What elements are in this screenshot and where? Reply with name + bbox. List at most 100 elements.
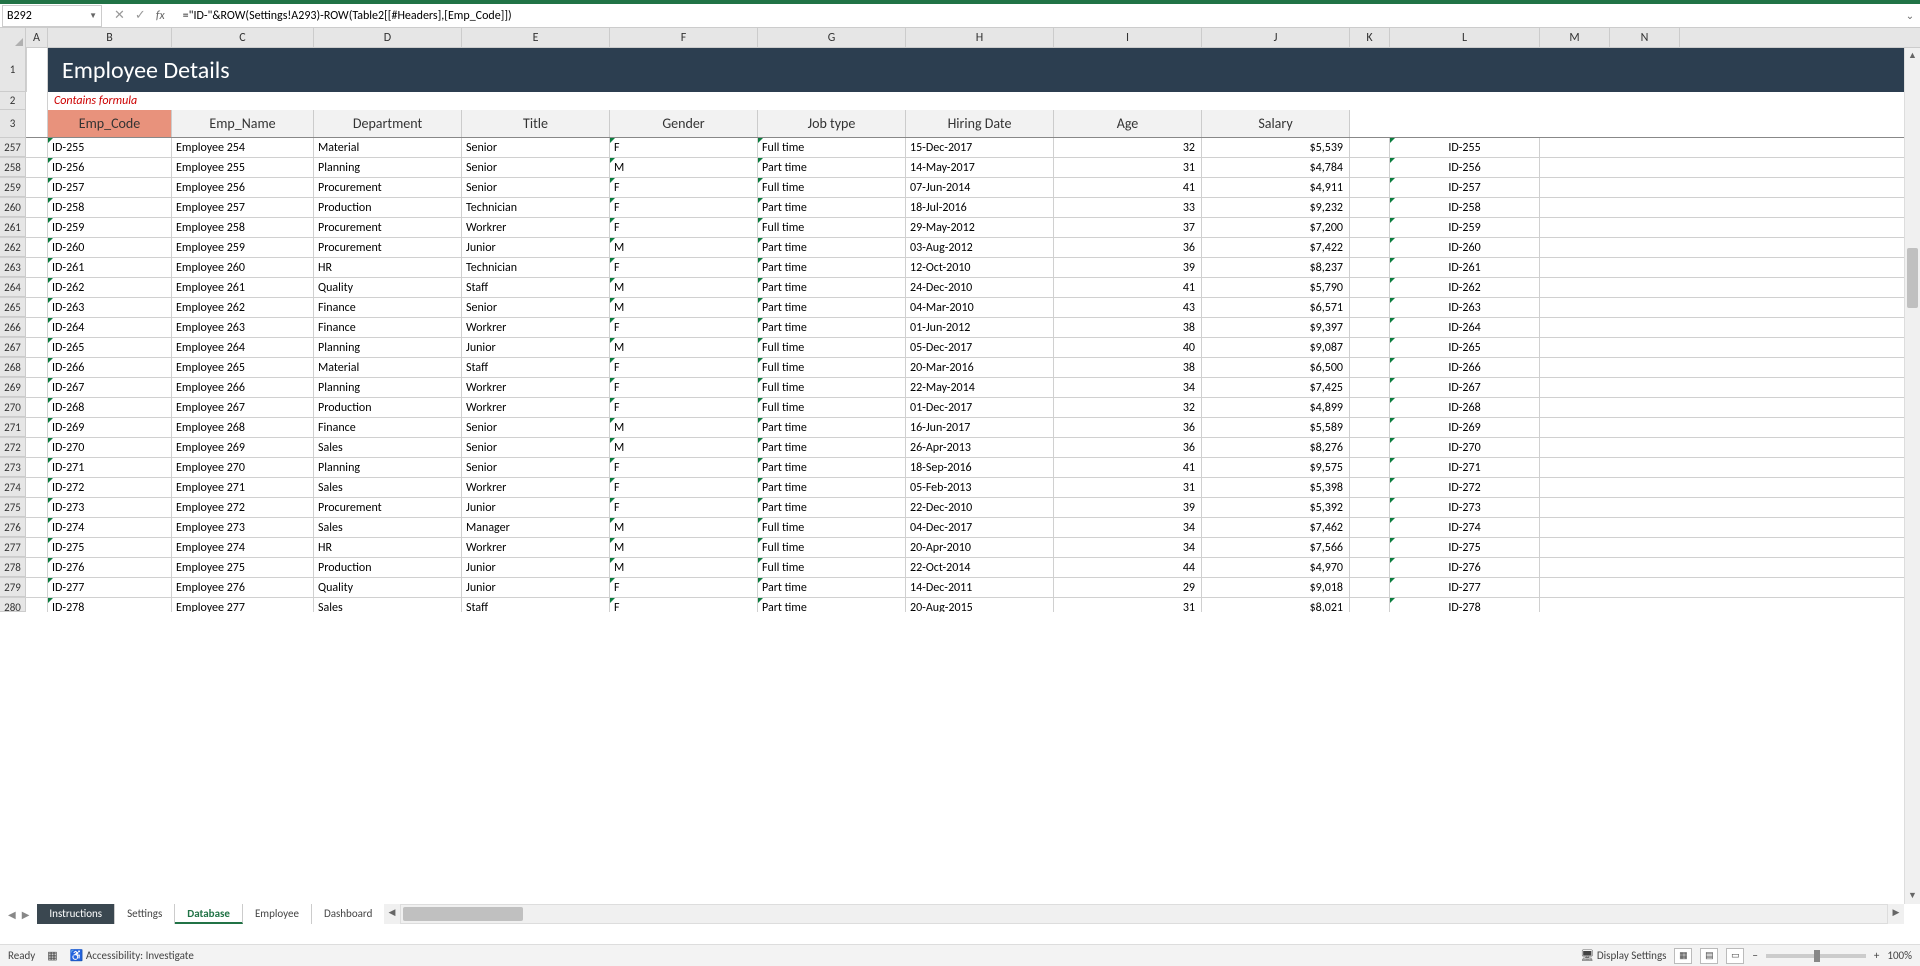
scroll-track[interactable]	[400, 904, 1888, 924]
cell-department[interactable]: Planning	[314, 458, 462, 477]
cell[interactable]	[1350, 578, 1390, 597]
column-header-age[interactable]: Age	[1054, 110, 1202, 137]
column-letter-N[interactable]: N	[1610, 28, 1680, 47]
cell[interactable]	[26, 258, 48, 277]
cell[interactable]	[26, 598, 48, 612]
cell-salary[interactable]: $6,500	[1202, 358, 1350, 377]
cell-salary[interactable]: $8,276	[1202, 438, 1350, 457]
cell-title[interactable]: Junior	[462, 558, 610, 577]
cell-emp-name[interactable]: Employee 264	[172, 338, 314, 357]
cell-emp-name[interactable]: Employee 267	[172, 398, 314, 417]
cell-gender[interactable]: M	[610, 558, 758, 577]
vertical-scrollbar[interactable]: ▲ ▼	[1904, 48, 1920, 904]
scroll-down-icon[interactable]: ▼	[1905, 888, 1920, 904]
cell-age[interactable]: 33	[1054, 198, 1202, 217]
cell-department[interactable]: Quality	[314, 278, 462, 297]
column-header-title[interactable]: Title	[462, 110, 610, 137]
cell-extra-id[interactable]: ID-263	[1390, 298, 1540, 317]
column-letter-G[interactable]: G	[758, 28, 906, 47]
zoom-in-button[interactable]: +	[1874, 949, 1879, 962]
cell-extra-id[interactable]: ID-265	[1390, 338, 1540, 357]
column-letter-D[interactable]: D	[314, 28, 462, 47]
cell-extra-id[interactable]: ID-272	[1390, 478, 1540, 497]
cell[interactable]	[26, 378, 48, 397]
cell-age[interactable]: 31	[1054, 158, 1202, 177]
cell-title[interactable]: Junior	[462, 578, 610, 597]
cell-salary[interactable]: $9,575	[1202, 458, 1350, 477]
cell-salary[interactable]: $5,589	[1202, 418, 1350, 437]
cell-department[interactable]: Procurement	[314, 178, 462, 197]
cell-hiring-date[interactable]: 12-Oct-2010	[906, 258, 1054, 277]
cell-title[interactable]: Workrer	[462, 478, 610, 497]
cell-gender[interactable]: F	[610, 378, 758, 397]
cell-title[interactable]: Staff	[462, 278, 610, 297]
cell-gender[interactable]: M	[610, 438, 758, 457]
cell-emp-code[interactable]: ID-272	[48, 478, 172, 497]
row-header[interactable]: 277	[0, 538, 26, 557]
cell[interactable]	[1350, 218, 1390, 237]
row-header[interactable]: 280	[0, 598, 26, 612]
cell-emp-name[interactable]: Employee 265	[172, 358, 314, 377]
normal-view-button[interactable]: ▦	[1674, 948, 1692, 964]
grid-body[interactable]: 1 Employee Details 2 Contains formula 3 …	[0, 48, 1904, 904]
cell-title[interactable]: Senior	[462, 438, 610, 457]
cell-title[interactable]: Staff	[462, 598, 610, 612]
cell-extra-id[interactable]: ID-271	[1390, 458, 1540, 477]
cell-emp-code[interactable]: ID-270	[48, 438, 172, 457]
macro-icon[interactable]: ▦	[47, 949, 57, 962]
cell-hiring-date[interactable]: 01-Jun-2012	[906, 318, 1054, 337]
cell-emp-name[interactable]: Employee 256	[172, 178, 314, 197]
cell-department[interactable]: Planning	[314, 338, 462, 357]
cell[interactable]	[26, 92, 48, 110]
cell-title[interactable]: Workrer	[462, 378, 610, 397]
cell[interactable]	[26, 158, 48, 177]
cell-extra-id[interactable]: ID-277	[1390, 578, 1540, 597]
cell-age[interactable]: 36	[1054, 438, 1202, 457]
cell-gender[interactable]: F	[610, 258, 758, 277]
cell-emp-code[interactable]: ID-260	[48, 238, 172, 257]
cell-title[interactable]: Workrer	[462, 538, 610, 557]
column-letter-H[interactable]: H	[906, 28, 1054, 47]
cell-salary[interactable]: $8,237	[1202, 258, 1350, 277]
cell-hiring-date[interactable]: 01-Dec-2017	[906, 398, 1054, 417]
cell[interactable]	[26, 398, 48, 417]
cell-salary[interactable]: $7,422	[1202, 238, 1350, 257]
cell-title[interactable]: Workrer	[462, 218, 610, 237]
cell[interactable]	[26, 358, 48, 377]
cell-salary[interactable]: $9,018	[1202, 578, 1350, 597]
page-title[interactable]: Employee Details	[48, 48, 1904, 92]
cell-gender[interactable]: M	[610, 158, 758, 177]
cell-job-type[interactable]: Full time	[758, 178, 906, 197]
cell-job-type[interactable]: Part time	[758, 278, 906, 297]
cell-emp-code[interactable]: ID-273	[48, 498, 172, 517]
column-letter-M[interactable]: M	[1540, 28, 1610, 47]
cell[interactable]	[26, 178, 48, 197]
row-header[interactable]: 3	[0, 110, 26, 138]
cell-emp-name[interactable]: Employee 268	[172, 418, 314, 437]
row-header[interactable]: 258	[0, 158, 26, 177]
accept-icon[interactable]: ✓	[135, 8, 146, 23]
cell-emp-name[interactable]: Employee 260	[172, 258, 314, 277]
cell-emp-code[interactable]: ID-274	[48, 518, 172, 537]
cell-gender[interactable]: F	[610, 198, 758, 217]
cell-hiring-date[interactable]: 04-Dec-2017	[906, 518, 1054, 537]
cell-department[interactable]: HR	[314, 538, 462, 557]
cell-title[interactable]: Junior	[462, 498, 610, 517]
row-header[interactable]: 265	[0, 298, 26, 317]
cell-emp-name[interactable]: Employee 261	[172, 278, 314, 297]
cell-age[interactable]: 40	[1054, 338, 1202, 357]
cell-title[interactable]: Workrer	[462, 318, 610, 337]
cell-emp-code[interactable]: ID-275	[48, 538, 172, 557]
cell-age[interactable]: 41	[1054, 278, 1202, 297]
cell-title[interactable]: Workrer	[462, 398, 610, 417]
row-header[interactable]: 261	[0, 218, 26, 237]
cell-hiring-date[interactable]: 22-Dec-2010	[906, 498, 1054, 517]
formula-input[interactable]: ="ID-"&ROW(Settings!A293)-ROW(Table2[[#H…	[177, 5, 1900, 27]
cell-gender[interactable]: F	[610, 598, 758, 612]
cell-job-type[interactable]: Full time	[758, 358, 906, 377]
chevron-down-icon[interactable]: ▼	[89, 11, 97, 21]
cell-age[interactable]: 39	[1054, 258, 1202, 277]
cell-hiring-date[interactable]: 20-Aug-2015	[906, 598, 1054, 612]
cell-emp-name[interactable]: Employee 259	[172, 238, 314, 257]
cell-extra-id[interactable]: ID-270	[1390, 438, 1540, 457]
